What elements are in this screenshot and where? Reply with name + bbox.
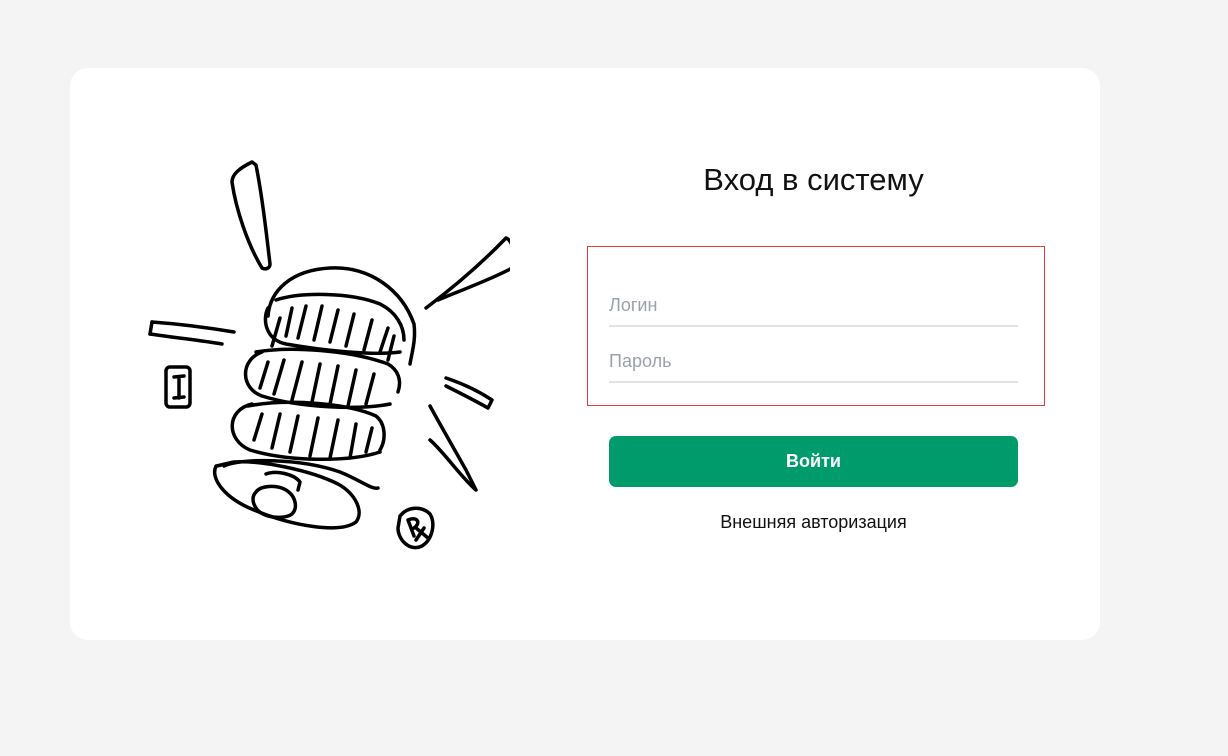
spring-pills-sketch-icon xyxy=(148,160,510,550)
password-input[interactable] xyxy=(609,341,1018,383)
external-auth-link[interactable]: Внешняя авторизация xyxy=(609,512,1018,533)
login-input[interactable] xyxy=(609,285,1018,327)
page-title: Вход в систему xyxy=(703,162,924,197)
login-button[interactable]: Войти xyxy=(609,436,1018,487)
